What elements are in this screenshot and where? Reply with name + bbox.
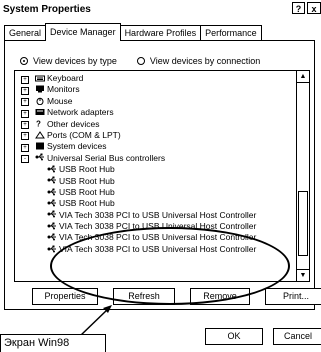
expand-icon[interactable]: + (21, 86, 29, 95)
tree-item-usb-controllers[interactable]: - Universal Serial Bus controllers (15, 153, 295, 164)
tree-item-via-usb-host-controller[interactable]: VIA Tech 3038 PCI to USB Universal Host … (15, 244, 295, 255)
device-action-buttons: Properties Refresh Remove Print... (32, 288, 321, 305)
tree-item-via-usb-host-controller[interactable]: VIA Tech 3038 PCI to USB Universal Host … (15, 210, 295, 221)
usb-icon (47, 199, 56, 207)
tree-item-label: Other devices (47, 118, 100, 129)
radio-unselected-icon (136, 57, 145, 65)
device-tree[interactable]: + Keyboard + Monitors + Mouse + Network adapter… (14, 70, 310, 282)
tree-item-usb-root-hub[interactable]: USB Root Hub (15, 164, 295, 175)
ports-icon (35, 130, 45, 139)
scroll-down-arrow-icon[interactable]: ▼ (297, 269, 309, 281)
cancel-button[interactable]: Cancel (273, 328, 321, 345)
tree-item-label: USB Root Hub (59, 198, 115, 209)
system-devices-icon (35, 142, 44, 150)
collapse-icon[interactable]: - (21, 155, 29, 164)
tab-hardware-profiles[interactable]: Hardware Profiles (119, 25, 202, 40)
expand-icon[interactable]: + (21, 98, 29, 107)
view-by-type-radio[interactable]: View devices by type (20, 56, 117, 66)
remove-button[interactable]: Remove (190, 288, 250, 305)
title-bar: System Properties ? x (0, 0, 321, 18)
tree-item-usb-root-hub[interactable]: USB Root Hub (15, 176, 295, 187)
keyboard-icon (35, 74, 45, 82)
tree-item-label: System devices (47, 141, 107, 152)
view-by-connection-label: View devices by connection (149, 56, 261, 66)
tree-item-label: Keyboard (47, 73, 84, 83)
scroll-thumb[interactable] (298, 191, 308, 256)
tree-item-label: Network adapters (47, 107, 114, 118)
tab-device-manager[interactable]: Device Manager (45, 23, 121, 41)
tree-item-label: VIA Tech 3038 PCI to USB Universal Host … (59, 209, 257, 220)
tree-item-label: Ports (COM & LPT) (47, 129, 121, 140)
view-by-type-label: View devices by type (33, 56, 117, 66)
properties-button[interactable]: Properties (32, 288, 98, 305)
tree-item-usb-root-hub[interactable]: USB Root Hub (15, 198, 295, 209)
ok-button[interactable]: OK (205, 328, 263, 345)
other-devices-icon: ? (35, 119, 44, 129)
usb-icon (47, 222, 56, 230)
tree-item-via-usb-host-controller[interactable]: VIA Tech 3038 PCI to USB Universal Host … (15, 221, 295, 232)
usb-icon (35, 153, 44, 161)
vertical-scrollbar[interactable]: ▲ ▼ (296, 71, 309, 281)
callout-label: Экран Win98 (0, 334, 106, 352)
tree-item-label: USB Root Hub (59, 186, 115, 197)
tree-item-ports[interactable]: + Ports (COM & LPT) (15, 130, 295, 141)
tree-item-via-usb-host-controller[interactable]: VIA Tech 3038 PCI to USB Universal Host … (15, 232, 295, 243)
tab-performance[interactable]: Performance (200, 25, 262, 40)
tree-item-mouse[interactable]: + Mouse (15, 96, 295, 107)
usb-icon (47, 165, 56, 173)
usb-icon (47, 210, 56, 218)
tree-item-network-adapters[interactable]: + Network adapters (15, 107, 295, 118)
network-adapter-icon (35, 108, 45, 116)
expand-icon[interactable]: + (21, 132, 29, 141)
help-button[interactable]: ? (292, 2, 305, 14)
close-button[interactable]: x (307, 2, 321, 14)
tab-strip: General Device Manager Hardware Profiles… (4, 23, 262, 41)
dialog-buttons: OK Cancel (205, 328, 321, 345)
tab-general[interactable]: General (4, 25, 47, 40)
usb-icon (47, 188, 56, 196)
expand-icon[interactable]: + (21, 109, 29, 118)
tree-item-usb-root-hub[interactable]: USB Root Hub (15, 187, 295, 198)
mouse-icon (35, 97, 44, 105)
monitor-icon (35, 85, 44, 93)
view-mode-group: View devices by type View devices by con… (20, 56, 260, 66)
tree-item-label: Monitors (47, 84, 80, 95)
expand-icon[interactable]: + (21, 143, 29, 152)
tree-item-label: Universal Serial Bus controllers (47, 152, 166, 163)
window-title: System Properties (3, 3, 91, 15)
system-properties-window: System Properties ? x General Device Man… (0, 0, 321, 352)
print-button[interactable]: Print... (265, 288, 321, 305)
tree-item-label: USB Root Hub (59, 175, 115, 186)
usb-icon (47, 176, 56, 184)
tree-item-label: VIA Tech 3038 PCI to USB Universal Host … (59, 243, 257, 254)
tree-item-keyboard[interactable]: + Keyboard (15, 73, 295, 84)
scroll-up-arrow-icon[interactable]: ▲ (297, 71, 309, 83)
expand-icon[interactable]: + (21, 75, 29, 84)
svg-text:?: ? (36, 120, 41, 128)
expand-icon[interactable]: + (21, 121, 29, 130)
radio-selected-icon (20, 57, 28, 65)
tree-item-other-devices[interactable]: +? Other devices (15, 119, 295, 130)
tree-item-label: VIA Tech 3038 PCI to USB Universal Host … (59, 221, 257, 232)
tree-item-label: Mouse (47, 95, 73, 106)
tree-item-label: USB Root Hub (59, 164, 115, 175)
refresh-button[interactable]: Refresh (113, 288, 175, 305)
usb-icon (47, 233, 56, 241)
usb-icon (47, 245, 56, 253)
device-tree-list: + Keyboard + Monitors + Mouse + Network adapter… (15, 73, 295, 255)
tree-item-label: VIA Tech 3038 PCI to USB Universal Host … (59, 232, 257, 243)
view-by-connection-radio[interactable]: View devices by connection (136, 56, 261, 66)
tree-item-monitors[interactable]: + Monitors (15, 84, 295, 95)
tree-item-system-devices[interactable]: + System devices (15, 141, 295, 152)
